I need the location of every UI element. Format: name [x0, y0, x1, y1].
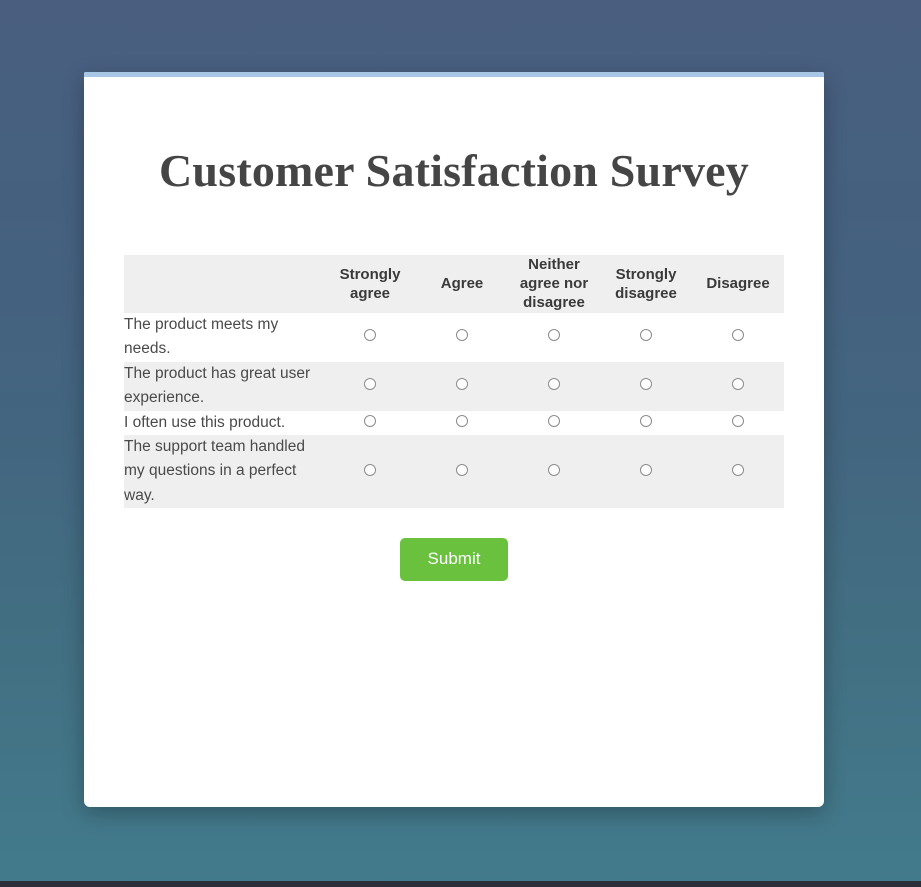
- matrix-header-row: Strongly agree Agree Neither agree nor d…: [124, 255, 784, 313]
- radio-button-icon[interactable]: [364, 463, 376, 476]
- radio-button-icon[interactable]: [548, 463, 560, 476]
- radio-cell-q3-disagree[interactable]: [692, 411, 784, 435]
- matrix-body: The product meets my needs. The product …: [124, 312, 784, 509]
- radio-cell-q1-agree[interactable]: [416, 313, 508, 362]
- radio-cell-q1-disagree[interactable]: [692, 313, 784, 362]
- radio-cell-q2-neither-agree-nor-disagree[interactable]: [508, 362, 600, 411]
- radio-cell-q3-neither-agree-nor-disagree[interactable]: [508, 411, 600, 435]
- radio-cell-q2-disagree[interactable]: [692, 362, 784, 411]
- radio-cell-q3-agree[interactable]: [416, 411, 508, 435]
- survey-matrix-container: Strongly agree Agree Neither agree nor d…: [124, 197, 784, 582]
- radio-button-icon[interactable]: [548, 378, 560, 391]
- radio-cell-q1-strongly-agree[interactable]: [324, 313, 416, 362]
- table-row: The product has great user experience.: [124, 361, 784, 411]
- radio-button-icon[interactable]: [732, 414, 744, 427]
- radio-button-icon[interactable]: [456, 329, 468, 342]
- matrix-header-strongly-agree: Strongly agree: [339, 265, 401, 302]
- radio-cell-q2-strongly-disagree[interactable]: [600, 362, 692, 411]
- matrix-header-strongly-disagree: Strongly disagree: [615, 265, 677, 302]
- radio-cell-q3-strongly-disagree[interactable]: [600, 411, 692, 435]
- page-bottom-strip: [0, 881, 921, 887]
- radio-button-icon[interactable]: [364, 329, 376, 342]
- table-row: The product meets my needs.: [124, 312, 784, 362]
- card-accent-strip: [84, 72, 824, 77]
- matrix-header-question-spacer: [124, 255, 324, 313]
- matrix-header-disagree: Disagree: [706, 275, 770, 293]
- radio-button-icon[interactable]: [640, 329, 652, 342]
- matrix-header: Strongly agree Agree Neither agree nor d…: [124, 255, 784, 313]
- survey-card: Customer Satisfaction Survey Strongly ag…: [84, 72, 824, 807]
- radio-button-icon[interactable]: [732, 463, 744, 476]
- submit-row: Submit: [124, 508, 784, 582]
- radio-button-icon[interactable]: [364, 378, 376, 391]
- radio-button-icon[interactable]: [640, 463, 652, 476]
- radio-button-icon[interactable]: [456, 378, 468, 391]
- radio-cell-q1-neither-agree-nor-disagree[interactable]: [508, 313, 600, 362]
- radio-button-icon[interactable]: [456, 414, 468, 427]
- table-row: I often use this product.: [124, 410, 784, 435]
- table-row: The support team handled my questions in…: [124, 434, 784, 509]
- radio-cell-q4-strongly-agree[interactable]: [324, 435, 416, 508]
- matrix-header-agree: Agree: [440, 275, 484, 293]
- radio-cell-q3-strongly-agree[interactable]: [324, 411, 416, 435]
- survey-matrix-table: Strongly agree Agree Neither agree nor d…: [124, 255, 784, 509]
- radio-button-icon[interactable]: [548, 414, 560, 427]
- radio-cell-q4-disagree[interactable]: [692, 435, 784, 508]
- radio-button-icon[interactable]: [732, 329, 744, 342]
- radio-cell-q4-agree[interactable]: [416, 435, 508, 508]
- question-label: The support team handled my questions in…: [124, 437, 305, 504]
- radio-cell-q1-strongly-disagree[interactable]: [600, 313, 692, 362]
- radio-button-icon[interactable]: [640, 378, 652, 391]
- radio-button-icon[interactable]: [640, 414, 652, 427]
- radio-button-icon[interactable]: [456, 463, 468, 476]
- radio-cell-q4-neither-agree-nor-disagree[interactable]: [508, 435, 600, 508]
- page-title: Customer Satisfaction Survey: [159, 145, 749, 196]
- matrix-header-neither-agree-nor-disagree: Neither agree nor disagree: [519, 256, 589, 312]
- radio-button-icon[interactable]: [364, 414, 376, 427]
- question-label: The product meets my needs.: [124, 315, 279, 358]
- radio-cell-q2-agree[interactable]: [416, 362, 508, 411]
- question-label: The product has great user experience.: [124, 364, 311, 407]
- radio-button-icon[interactable]: [732, 378, 744, 391]
- radio-cell-q4-strongly-disagree[interactable]: [600, 435, 692, 508]
- question-label: I often use this product.: [124, 413, 286, 431]
- submit-button[interactable]: Submit: [399, 538, 509, 582]
- radio-button-icon[interactable]: [548, 329, 560, 342]
- radio-cell-q2-strongly-agree[interactable]: [324, 362, 416, 411]
